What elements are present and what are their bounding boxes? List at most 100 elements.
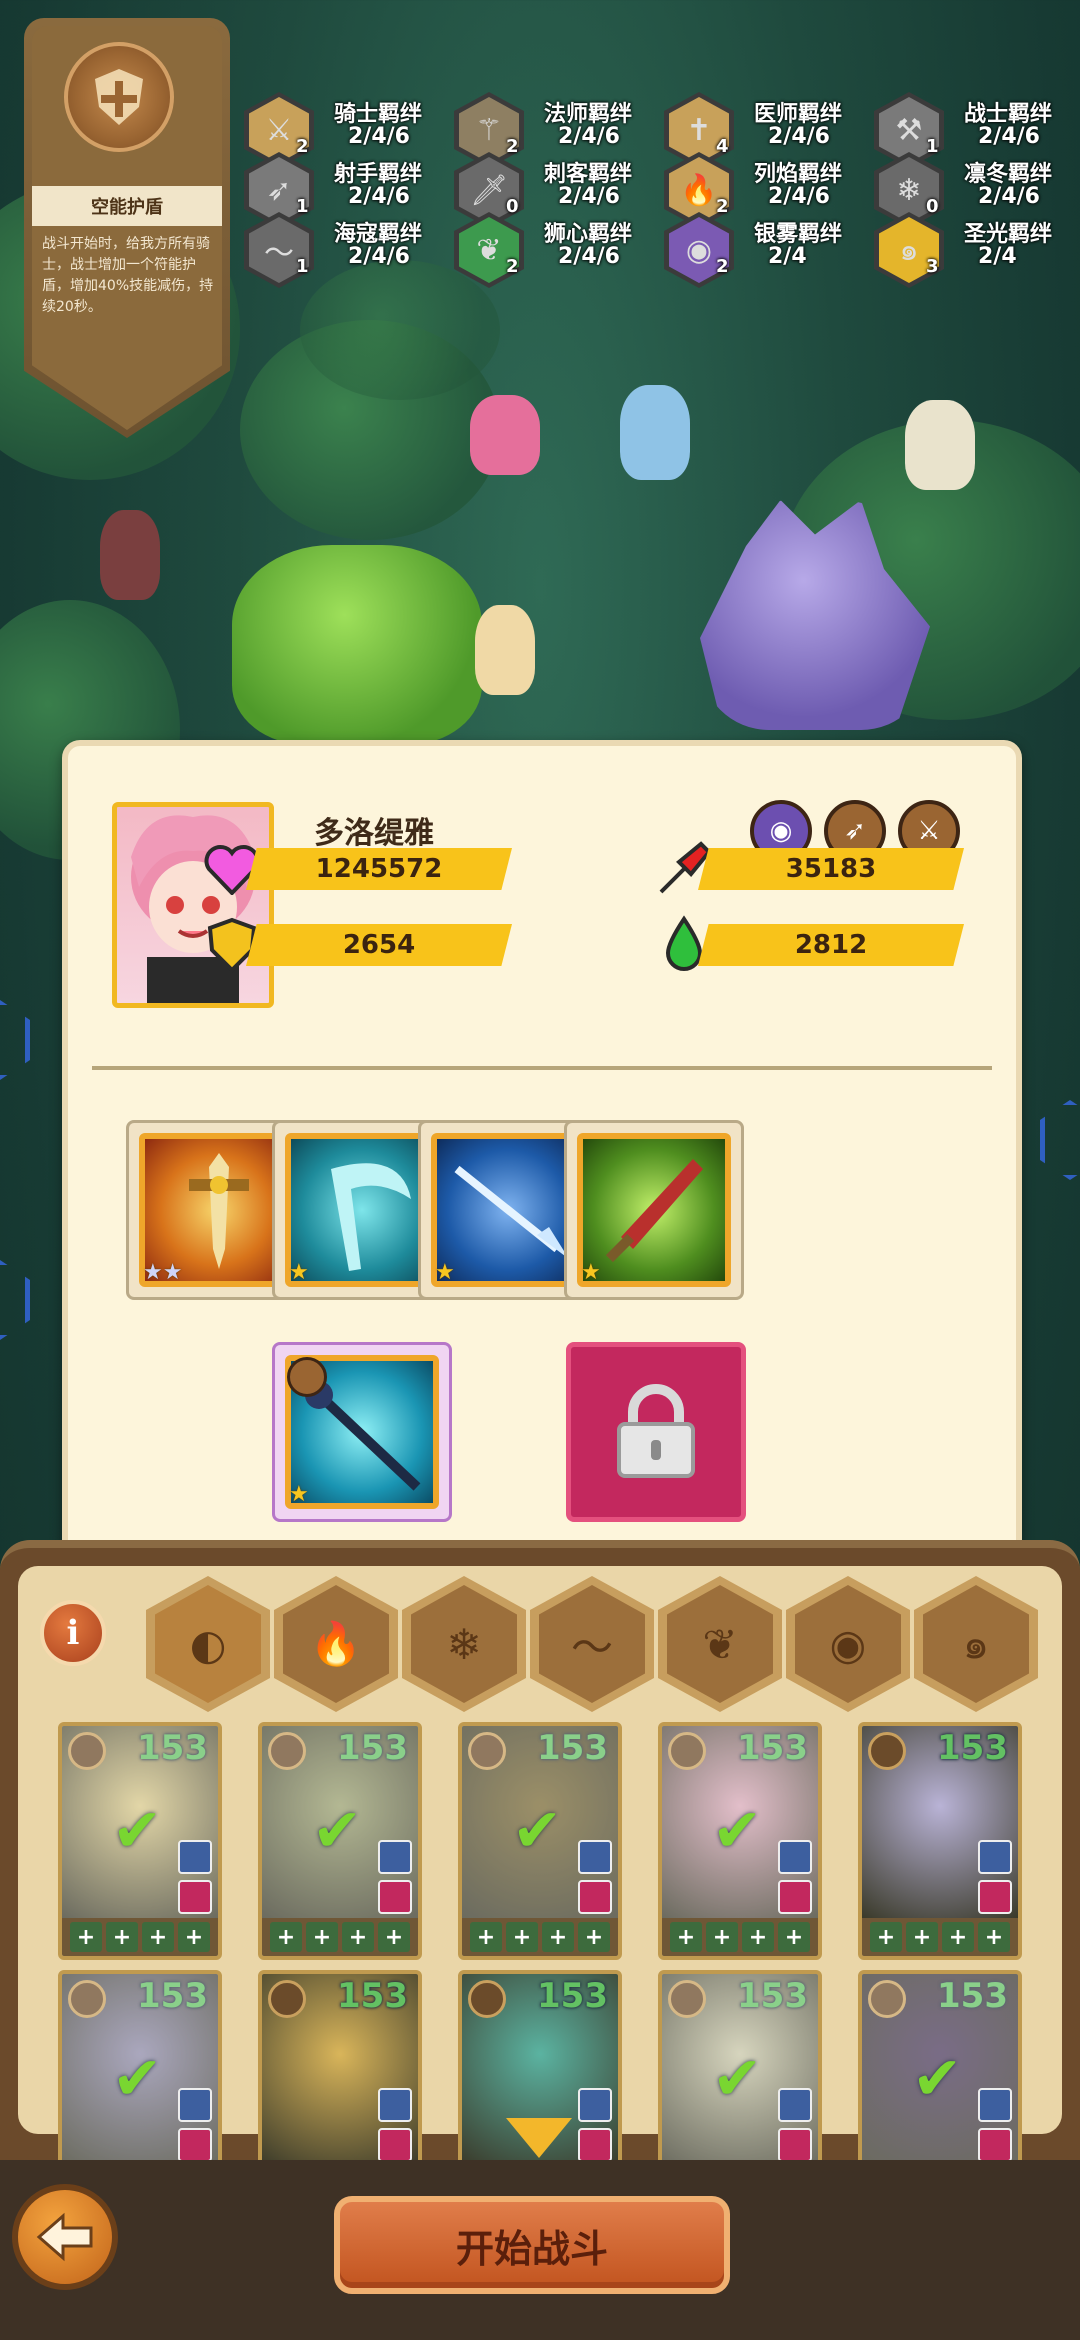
attack-value: 35183	[698, 848, 964, 890]
lock-icon	[778, 2128, 812, 2162]
bond-threshold: 2/4/6	[768, 124, 830, 149]
plus-icon: +	[470, 1922, 502, 1952]
hero-portrait	[112, 802, 274, 1008]
check-icon: ✔	[712, 1796, 763, 1866]
back-button[interactable]	[12, 2184, 118, 2290]
plus-icon: +	[778, 1922, 810, 1952]
bond-threshold: 2/4/6	[978, 124, 1040, 149]
all-icon: ◐	[155, 1585, 261, 1703]
wave-icon: 〜	[539, 1585, 645, 1703]
hero-slot[interactable]: 153 ✔ + + + +	[658, 1722, 822, 1960]
mini-equipment-icon	[578, 1840, 612, 1874]
equipment-slot-5[interactable]: ★	[272, 1342, 452, 1522]
locked-equipment-slot[interactable]	[566, 1342, 746, 1522]
grid-tile	[1040, 1100, 1080, 1180]
bond-threshold: 2/4/6	[558, 244, 620, 269]
bond-threshold: 2/4/6	[558, 184, 620, 209]
bond-count: 2	[716, 256, 729, 277]
hero-slot[interactable]: 153 ✔ + + + +	[258, 1722, 422, 1960]
hero-slot[interactable]: 153 ✔ + + + +	[458, 1722, 622, 1960]
hero-level: 153	[937, 1728, 1008, 1768]
dark-hero-unit[interactable]	[100, 510, 160, 600]
lock-icon	[978, 1880, 1012, 1914]
lock-icon	[617, 1384, 695, 1478]
equipment-stars: ★★	[143, 1260, 183, 1285]
mini-equipment-icon	[978, 1840, 1012, 1874]
snowflake-icon: ❄	[411, 1585, 517, 1703]
shield-emblem-icon	[64, 42, 174, 152]
plus-icon: +	[142, 1922, 174, 1952]
lock-icon	[378, 1880, 412, 1914]
check-icon: ✔	[112, 1796, 163, 1866]
hero-info-card: 多洛缇雅 ◉ ➶ ⚔ 1245572 35183 2654 2812 ★★ ★ …	[62, 740, 1022, 1578]
lock-icon	[778, 1880, 812, 1914]
grid-tile	[0, 1000, 30, 1080]
lock-icon	[578, 2128, 612, 2162]
buff-title: 空能护盾	[32, 186, 222, 226]
plus-icon: +	[870, 1922, 902, 1952]
mini-equipment-icon	[578, 2088, 612, 2122]
blue-hero-unit[interactable]	[620, 385, 690, 480]
leaf-icon: ❦	[667, 1585, 773, 1703]
plus-icon: +	[670, 1922, 702, 1952]
bond-count: 2	[506, 256, 519, 277]
buff-description: 战斗开始时，给我方所有骑士，战士增加一个符能护盾，增加40%技能减伤，持续20秒…	[42, 236, 214, 315]
bond-threshold: 2/4/6	[768, 184, 830, 209]
check-icon: ✔	[912, 2044, 963, 2114]
bond-threshold: 2/4/6	[348, 184, 410, 209]
plus-icon: +	[578, 1922, 610, 1952]
plus-icon: +	[706, 1922, 738, 1952]
hero-slot[interactable]: 153 + + + +	[858, 1722, 1022, 1960]
check-icon: ✔	[712, 2044, 763, 2114]
check-icon: ✔	[512, 1796, 563, 1866]
green-ogre-enemy[interactable]	[232, 545, 482, 745]
white-hero-unit[interactable]	[905, 400, 975, 490]
check-icon: ✔	[312, 1796, 363, 1866]
hero-level: 153	[337, 1976, 408, 2016]
mini-equipment-icon	[378, 2088, 412, 2122]
equipment-stars: ★	[289, 1482, 309, 1507]
mini-equipment-icon	[978, 2088, 1012, 2122]
bond-wave[interactable]: 〜 1 海寇羁绊 2/4/6	[244, 212, 459, 288]
hero-slot[interactable]: 153 ✔ + + + +	[58, 1722, 222, 1960]
plus-icon: +	[542, 1922, 574, 1952]
equipment-slot-4[interactable]: ★	[564, 1120, 744, 1300]
bond-threshold: 2/4	[978, 244, 1017, 269]
grid-tile	[0, 1260, 30, 1340]
gear-row: + + + +	[462, 1918, 618, 1956]
plus-icon: +	[306, 1922, 338, 1952]
plus-icon: +	[506, 1922, 538, 1952]
bond-threshold: 2/4/6	[348, 244, 410, 269]
faction-icon	[268, 1980, 306, 2018]
equipment-stars: ★	[289, 1260, 309, 1285]
lock-icon	[978, 2128, 1012, 2162]
fire-icon: 🔥	[283, 1585, 389, 1703]
plus-icon: +	[70, 1922, 102, 1952]
plus-icon: +	[942, 1922, 974, 1952]
gear-row: + + + +	[862, 1918, 1018, 1956]
mana-value: 2812	[698, 924, 964, 966]
plus-icon: +	[978, 1922, 1010, 1952]
bond-swirl[interactable]: ๑ 3 圣光羁绊 2/4	[874, 212, 1080, 288]
buff-panel[interactable]: 空能护盾 战斗开始时，给我方所有骑士，战士增加一个符能护盾，增加40%技能减伤，…	[24, 18, 230, 438]
eye-icon: ◉	[795, 1585, 901, 1703]
bond-eye[interactable]: ◉ 2 银雾羁绊 2/4	[664, 212, 879, 288]
divider	[92, 1066, 992, 1070]
bow-icon	[287, 1357, 327, 1397]
info-button[interactable]: i	[40, 1600, 106, 1666]
pink-hero-unit[interactable]	[470, 395, 540, 475]
faction-icon	[868, 1732, 906, 1770]
hero-name: 多洛缇雅	[314, 816, 434, 851]
blonde-hero-unit[interactable]	[475, 605, 535, 695]
mini-equipment-icon	[178, 1840, 212, 1874]
bond-leaf[interactable]: ❦ 2 狮心羁绊 2/4/6	[454, 212, 669, 288]
hero-level: 153	[537, 1976, 608, 2016]
check-icon: ✔	[112, 2044, 163, 2114]
bond-threshold: 2/4/6	[978, 184, 1040, 209]
start-battle-button[interactable]: 开始战斗	[334, 2196, 730, 2294]
lock-icon	[178, 2128, 212, 2162]
arrow-left-icon	[36, 2212, 93, 2262]
lock-icon	[178, 1880, 212, 1914]
faction-icon	[468, 1980, 506, 2018]
plus-icon: +	[906, 1922, 938, 1952]
